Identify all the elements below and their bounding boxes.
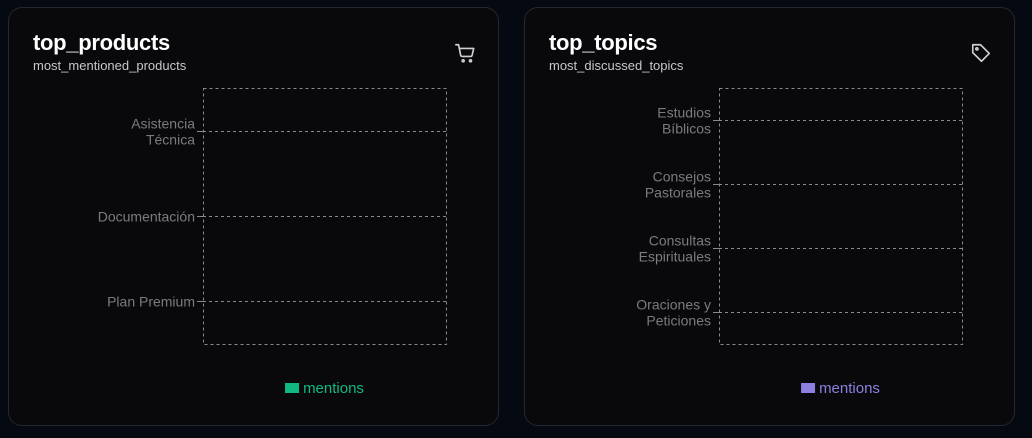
- y-tick-label: Consejos Pastorales: [645, 169, 711, 201]
- y-tick-label: Consultas Espirituales: [639, 233, 711, 265]
- y-tick-label: Estudios Bíblicos: [657, 105, 711, 137]
- y-tick-label: Plan Premium: [107, 294, 195, 310]
- top-products-chart: Asistencia Técnica Documentación Plan Premi…: [98, 88, 447, 397]
- top-products-card: top_products most_mentioned_products Asi…: [8, 7, 499, 426]
- top-topics-chart: Estudios Bíblicos Consejos Pastorales Consul…: [636, 88, 963, 397]
- legend-swatch: [801, 383, 816, 393]
- top-topics-card: top_topics most_discussed_topics Estudio…: [524, 7, 1015, 426]
- plot-frame: [719, 88, 963, 345]
- legend-label: mentions: [819, 380, 880, 397]
- y-tick-label: Asistencia Técnica: [131, 116, 195, 148]
- y-tick-label: Documentación: [98, 209, 195, 225]
- legend-swatch: [285, 383, 300, 393]
- y-tick-label: Oraciones y Peticiones: [636, 297, 711, 329]
- legend-label: mentions: [303, 380, 364, 397]
